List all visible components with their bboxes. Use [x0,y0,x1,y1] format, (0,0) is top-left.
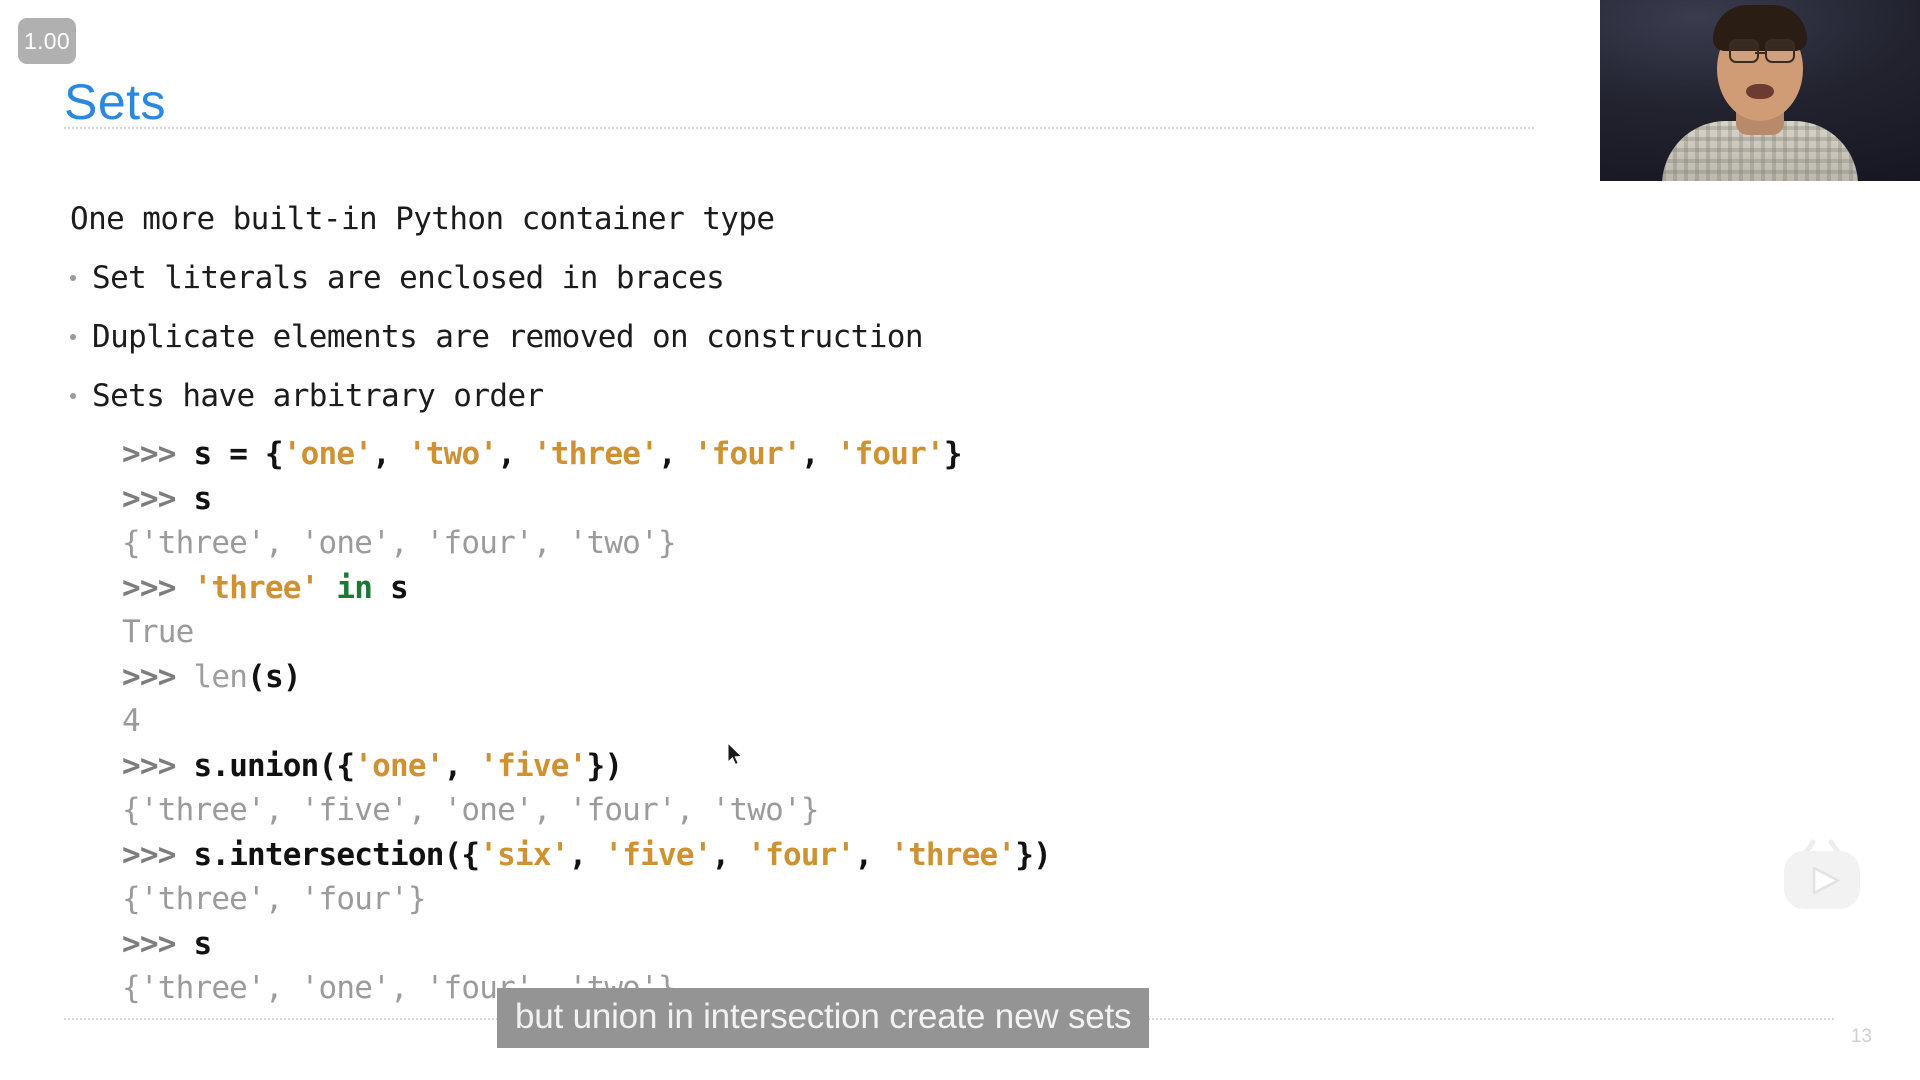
code-token-out: {'three', 'one', 'four', 'two'} [122,525,677,561]
code-token-name: s [390,569,409,606]
code-token-prompt: >>> [122,569,194,606]
code-transcript: >>> s = {'one', 'two', 'three', 'four', … [122,432,1052,1011]
repl-output-line: {'three', 'five', 'one', 'four', 'two'} [122,788,1051,833]
presenter-glasses-right [1765,39,1795,63]
code-token-punct: , [657,436,694,472]
code-token-name: s.intersection [193,836,444,873]
repl-input-line: >>> 'three' in s [122,566,1051,611]
code-token-punct: }) [1015,836,1052,873]
code-token-punct [372,570,390,606]
code-token-out: {'three', 'five', 'one', 'four', 'two'} [122,792,819,828]
repl-output-line: {'three', 'four'} [122,877,1051,922]
code-token-name: s [193,436,212,472]
code-token-punct: }) [586,747,624,784]
code-token-punct: ) [282,658,302,695]
bullet-label: Duplicate elements are removed on constr… [92,319,924,355]
playback-rate-badge[interactable]: 1.00 [18,18,76,64]
repl-input-line: >>> s = {'one', 'two', 'three', 'four', … [122,432,1051,477]
presenter-mouth [1746,84,1774,99]
page-number: 13 [1850,1026,1872,1047]
code-token-punct: ({ [318,747,356,784]
repl-output-line: {'three', 'one', 'four', 'two'} [122,521,1051,566]
presenter-glasses-bridge [1755,51,1765,54]
repl-input-line: >>> s.intersection({'six', 'five', 'four… [122,833,1052,878]
code-token-str: 'two' [407,436,498,472]
repl-input-line: >>> s [122,477,1051,522]
intro-line: One more built-in Python container type [70,190,1490,249]
code-token-str: 'one' [354,747,444,784]
code-token-punct: , [800,436,837,472]
code-token-prompt: >>> [122,658,194,695]
code-token-prompt: >>> [122,747,194,784]
presenter-figure [1655,5,1865,181]
code-token-punct [319,570,337,606]
code-token-out: 4 [122,703,141,739]
code-token-str: 'five' [604,836,712,873]
bullet-label: One more built-in Python container type [70,201,775,237]
code-token-punct: , [372,436,408,472]
code-token-prompt: >>> [122,436,194,472]
code-token-str: 'three' [532,436,659,472]
code-token-str: 'one' [282,436,373,472]
code-token-str: 'six' [479,836,569,873]
repl-input-line: >>> s.union({'one', 'five'}) [122,744,1051,789]
code-token-prompt: >>> [122,925,194,962]
repl-input-line: >>> len(s) [122,655,1051,700]
code-token-name: s.union [193,747,319,784]
repl-output-line: 4 [122,699,1051,744]
subtitle-bar: but union in intersection create new set… [497,988,1150,1048]
bullet-item: Duplicate elements are removed on constr… [70,308,1490,367]
play-tv-icon[interactable] [1776,838,1868,918]
code-token-punct: , [497,436,533,472]
title-divider [64,127,1534,129]
mouse-pointer-icon [727,741,745,768]
code-token-punct: = { [211,436,283,472]
slide-body: One more built-in Python container type S… [70,190,1490,426]
code-token-punct: ( [247,658,266,695]
code-token-punct: } [943,436,963,472]
presenter-webcam[interactable] [1600,0,1920,181]
code-token-punct: ({ [443,836,481,873]
repl-output-line: True [122,610,1051,655]
page-title: Sets [64,74,167,130]
code-token-punct: , [443,747,480,784]
repl-input-line: >>> s [122,922,1051,967]
code-token-str: 'four' [747,836,855,873]
code-token-punct: , [568,836,605,873]
code-token-str: 'three' [890,836,1016,873]
code-token-punct: , [711,836,748,873]
code-token-name: s [193,925,212,962]
code-token-str: 'four' [693,436,802,472]
code-token-prompt: >>> [122,836,194,873]
bullet-dot-icon [70,334,76,340]
code-token-builtin: len [193,658,248,695]
bullet-dot-icon [70,275,76,281]
code-token-name: s [264,658,284,695]
code-token-name: s [193,480,212,517]
code-token-punct: , [854,836,891,873]
bullet-label: Sets have arbitrary order [92,378,544,414]
bullet-label: Set literals are enclosed in braces [92,260,725,296]
subtitle-text: but union in intersection create new set… [515,997,1132,1036]
code-token-out: {'three', 'four'} [122,881,426,917]
code-token-prompt: >>> [122,480,194,517]
code-token-str: 'four' [836,436,945,472]
code-token-kw: in [336,569,373,606]
code-token-out: True [122,614,194,650]
code-token-str: 'five' [479,747,587,784]
code-token-str: 'three' [193,569,319,606]
bullet-item: Sets have arbitrary order [70,367,1490,426]
bullet-dot-icon [70,393,76,399]
bullet-item: Set literals are enclosed in braces [70,249,1490,308]
